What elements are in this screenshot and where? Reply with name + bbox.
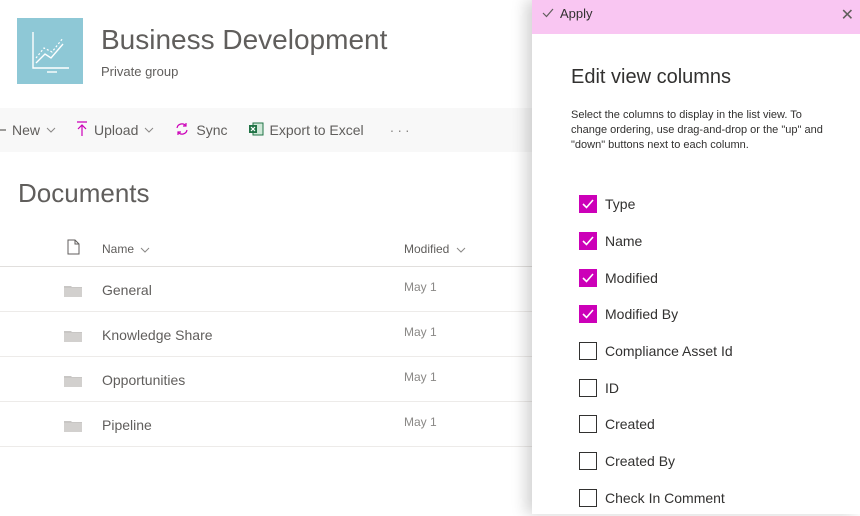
row-modified: May 1 (404, 415, 437, 429)
site-title[interactable]: Business Development (101, 24, 387, 56)
column-option[interactable]: Created (579, 406, 733, 443)
column-option-label: Check In Comment (605, 490, 725, 506)
column-option[interactable]: Type (579, 186, 733, 223)
column-checkbox-list: Type Name Modified Modified By Complianc… (579, 186, 733, 516)
column-option[interactable]: Created By (579, 443, 733, 480)
row-name[interactable]: General (102, 282, 152, 298)
list-header: Name Modified (0, 236, 532, 267)
excel-icon (248, 122, 264, 139)
sync-button[interactable]: Sync (174, 122, 227, 139)
checkmark-icon (582, 273, 594, 283)
row-name[interactable]: Knowledge Share (102, 327, 213, 343)
checkmark-icon (582, 236, 594, 246)
checkbox[interactable] (579, 489, 597, 507)
plus-icon (0, 122, 6, 138)
column-option[interactable]: Modified By (579, 296, 733, 333)
apply-button[interactable]: Apply (542, 6, 593, 21)
column-name-label: Name (102, 242, 134, 256)
more-icon: ··· (390, 122, 413, 138)
folder-icon (64, 419, 82, 435)
column-option-label: Modified By (605, 306, 678, 322)
column-header-modified[interactable]: Modified (404, 242, 466, 256)
folder-icon (64, 284, 82, 300)
close-icon[interactable]: ✕ (841, 5, 854, 25)
sync-icon (174, 122, 190, 139)
checkbox[interactable] (579, 342, 597, 360)
chevron-down-icon (46, 125, 56, 136)
column-option[interactable]: Name (579, 223, 733, 260)
chevron-down-icon (456, 247, 466, 253)
panel-action-bar: Apply ✕ (532, 0, 860, 34)
column-option[interactable]: Modified (579, 259, 733, 296)
file-icon[interactable] (67, 239, 80, 258)
table-row[interactable]: Knowledge Share May 1 (0, 312, 532, 357)
column-option-label: Name (605, 233, 642, 249)
site-header: Business Development Private group (0, 0, 532, 108)
upload-label: Upload (94, 122, 138, 138)
folder-icon (64, 374, 82, 390)
checkmark-icon (582, 309, 594, 319)
panel-title: Edit view columns (571, 66, 731, 89)
row-modified: May 1 (404, 370, 437, 384)
checkbox[interactable] (579, 379, 597, 397)
checkbox[interactable] (579, 269, 597, 287)
column-option-label: Compliance Asset Id (605, 343, 733, 359)
column-option[interactable]: ID (579, 369, 733, 406)
checkbox[interactable] (579, 305, 597, 323)
folder-icon (64, 329, 82, 345)
sync-label: Sync (196, 122, 227, 138)
site-logo-chart-icon[interactable] (17, 18, 83, 84)
checkbox[interactable] (579, 452, 597, 470)
chevron-down-icon (144, 125, 154, 136)
column-option-label: Created (605, 416, 655, 432)
column-option[interactable]: Compliance Asset Id (579, 333, 733, 370)
column-modified-label: Modified (404, 242, 449, 256)
row-modified: May 1 (404, 325, 437, 339)
panel-description: Select the columns to display in the lis… (571, 108, 829, 153)
column-option[interactable]: Check In Comment (579, 480, 733, 516)
command-bar: New Upload Sync Export to Excel ··· (0, 108, 532, 152)
row-name[interactable]: Pipeline (102, 417, 152, 433)
new-button[interactable]: New (0, 122, 56, 138)
apply-label: Apply (560, 6, 593, 21)
chevron-down-icon (140, 247, 150, 253)
more-button[interactable]: ··· (384, 122, 413, 138)
export-to-excel-button[interactable]: Export to Excel (248, 122, 364, 139)
upload-icon (76, 121, 88, 140)
column-option-label: Type (605, 196, 635, 212)
column-header-name[interactable]: Name (102, 242, 150, 256)
checkmark-icon (542, 6, 554, 21)
edit-view-columns-panel: Apply ✕ Edit view columns Select the col… (532, 0, 860, 514)
upload-button[interactable]: Upload (76, 121, 154, 140)
site-subtitle: Private group (101, 64, 178, 79)
export-label: Export to Excel (270, 122, 364, 138)
new-label: New (12, 122, 40, 138)
checkbox[interactable] (579, 232, 597, 250)
column-option-label: Modified (605, 270, 658, 286)
table-row[interactable]: General May 1 (0, 267, 532, 312)
column-option-label: Created By (605, 453, 675, 469)
table-row[interactable]: Opportunities May 1 (0, 357, 532, 402)
table-row[interactable]: Pipeline May 1 (0, 402, 532, 447)
library-title: Documents (18, 178, 150, 209)
document-list: Name Modified General May 1 Knowledge Sh… (0, 236, 532, 447)
row-name[interactable]: Opportunities (102, 372, 185, 388)
checkbox[interactable] (579, 415, 597, 433)
checkbox[interactable] (579, 195, 597, 213)
row-modified: May 1 (404, 280, 437, 294)
column-option-label: ID (605, 380, 619, 396)
checkmark-icon (582, 199, 594, 209)
